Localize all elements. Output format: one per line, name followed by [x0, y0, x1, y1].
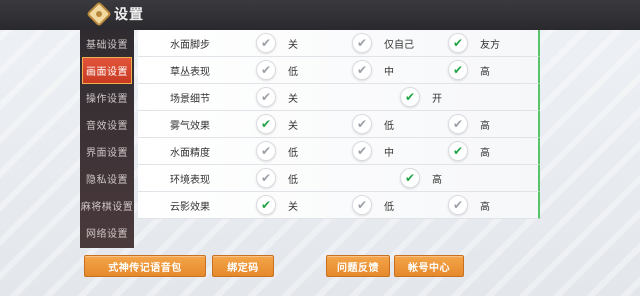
- setting-label: 水面精度: [170, 147, 210, 159]
- option-label: 低: [384, 201, 394, 213]
- check-icon[interactable]: ✔: [352, 33, 372, 53]
- check-icon[interactable]: ✔: [256, 87, 276, 107]
- option-label: 高: [432, 174, 442, 186]
- option-label: 低: [384, 120, 394, 132]
- option-high[interactable]: ✔ 高: [448, 114, 490, 134]
- option-label: 关: [288, 93, 298, 105]
- option-medium[interactable]: ✔ 中: [352, 141, 394, 161]
- option-medium[interactable]: ✔ 中: [352, 60, 394, 80]
- sidebar-item-network[interactable]: 网络设置: [80, 219, 134, 246]
- option-high[interactable]: ✔ 高: [448, 60, 490, 80]
- setting-label: 雾气效果: [170, 120, 210, 132]
- setting-label: 草丛表现: [170, 66, 210, 78]
- setting-row-water-steps: 水面脚步 ✔ 关 ✔ 仅自己 ✔ 友方: [138, 30, 540, 57]
- feedback-button[interactable]: 问题反馈: [326, 255, 390, 277]
- check-icon[interactable]: ✔: [448, 33, 468, 53]
- check-icon[interactable]: ✔: [448, 195, 468, 215]
- check-icon[interactable]: ✔: [256, 168, 276, 188]
- option-label: 低: [288, 66, 298, 78]
- sidebar-item-mahjong[interactable]: 麻将棋设置: [80, 192, 134, 219]
- settings-diamond-icon: [86, 1, 112, 27]
- option-low[interactable]: ✔ 低: [352, 195, 394, 215]
- option-label: 高: [480, 201, 490, 213]
- title-group: 设置: [86, 1, 144, 27]
- setting-row-water-precision: 水面精度 ✔ 低 ✔ 中 ✔ 高: [138, 138, 540, 165]
- option-allies[interactable]: ✔ 友方: [448, 33, 500, 53]
- settings-list: 水面脚步 ✔ 关 ✔ 仅自己 ✔ 友方 草丛表现 ✔ 低 ✔ 中 ✔ 高 场景细: [138, 30, 540, 248]
- check-icon[interactable]: ✔: [400, 168, 420, 188]
- option-self-only[interactable]: ✔ 仅自己: [352, 33, 414, 53]
- setting-label: 水面脚步: [170, 39, 210, 51]
- bind-code-button[interactable]: 绑定码: [212, 255, 274, 277]
- option-label: 关: [288, 39, 298, 51]
- page-title: 设置: [114, 7, 144, 23]
- sidebar: 基础设置 画面设置 操作设置 音效设置 界面设置 隐私设置 麻将棋设置 网络设置: [80, 30, 134, 248]
- option-label: 关: [288, 201, 298, 213]
- option-high[interactable]: ✔ 高: [448, 195, 490, 215]
- check-icon[interactable]: ✔: [448, 141, 468, 161]
- option-on[interactable]: ✔ 开: [400, 87, 442, 107]
- option-label: 中: [384, 66, 394, 78]
- option-off[interactable]: ✔ 关: [256, 33, 298, 53]
- check-icon[interactable]: ✔: [352, 141, 372, 161]
- sidebar-item-basic[interactable]: 基础设置: [80, 30, 134, 57]
- sidebar-item-interface[interactable]: 界面设置: [80, 138, 134, 165]
- option-low[interactable]: ✔ 低: [256, 141, 298, 161]
- option-label: 高: [480, 147, 490, 159]
- option-high[interactable]: ✔ 高: [448, 141, 490, 161]
- option-label: 仅自己: [384, 39, 414, 51]
- check-icon[interactable]: ✔: [256, 60, 276, 80]
- sidebar-item-privacy[interactable]: 隐私设置: [80, 165, 134, 192]
- option-label: 低: [288, 147, 298, 159]
- check-icon[interactable]: ✔: [352, 195, 372, 215]
- option-label: 中: [384, 147, 394, 159]
- sidebar-item-graphics[interactable]: 画面设置: [82, 57, 132, 84]
- top-bar: 设置: [0, 0, 640, 30]
- account-center-button[interactable]: 帐号中心: [394, 255, 464, 277]
- check-icon[interactable]: ✔: [448, 114, 468, 134]
- setting-label: 环境表现: [170, 174, 210, 186]
- option-off[interactable]: ✔ 关: [256, 195, 298, 215]
- option-low[interactable]: ✔ 低: [256, 60, 298, 80]
- sidebar-item-audio[interactable]: 音效设置: [80, 111, 134, 138]
- setting-row-environment: 环境表现 ✔ 低 ✔ 高: [138, 165, 540, 192]
- check-icon[interactable]: ✔: [256, 195, 276, 215]
- check-icon[interactable]: ✔: [256, 114, 276, 134]
- check-icon[interactable]: ✔: [256, 141, 276, 161]
- setting-label: 云影效果: [170, 201, 210, 213]
- option-label: 低: [288, 174, 298, 186]
- option-off[interactable]: ✔ 关: [256, 87, 298, 107]
- option-label: 友方: [480, 39, 500, 51]
- option-label: 关: [288, 120, 298, 132]
- sidebar-item-controls[interactable]: 操作设置: [80, 84, 134, 111]
- setting-row-grass: 草丛表现 ✔ 低 ✔ 中 ✔ 高: [138, 57, 540, 84]
- check-icon[interactable]: ✔: [400, 87, 420, 107]
- setting-row-scene-detail: 场景细节 ✔ 关 ✔ 开: [138, 84, 540, 111]
- option-low[interactable]: ✔ 低: [256, 168, 298, 188]
- check-icon[interactable]: ✔: [256, 33, 276, 53]
- option-high[interactable]: ✔ 高: [400, 168, 442, 188]
- option-label: 高: [480, 120, 490, 132]
- check-icon[interactable]: ✔: [352, 114, 372, 134]
- setting-row-cloud-shadow: 云影效果 ✔ 关 ✔ 低 ✔ 高: [138, 192, 540, 219]
- check-icon[interactable]: ✔: [352, 60, 372, 80]
- setting-row-fog: 雾气效果 ✔ 关 ✔ 低 ✔ 高: [138, 111, 540, 138]
- voice-pack-button[interactable]: 式神传记语音包: [84, 255, 206, 277]
- setting-label: 场景细节: [170, 93, 210, 105]
- check-icon[interactable]: ✔: [448, 60, 468, 80]
- option-off[interactable]: ✔ 关: [256, 114, 298, 134]
- bottom-bar: 式神传记语音包 绑定码 问题反馈 帐号中心: [0, 252, 640, 282]
- option-low[interactable]: ✔ 低: [352, 114, 394, 134]
- option-label: 高: [480, 66, 490, 78]
- option-label: 开: [432, 93, 442, 105]
